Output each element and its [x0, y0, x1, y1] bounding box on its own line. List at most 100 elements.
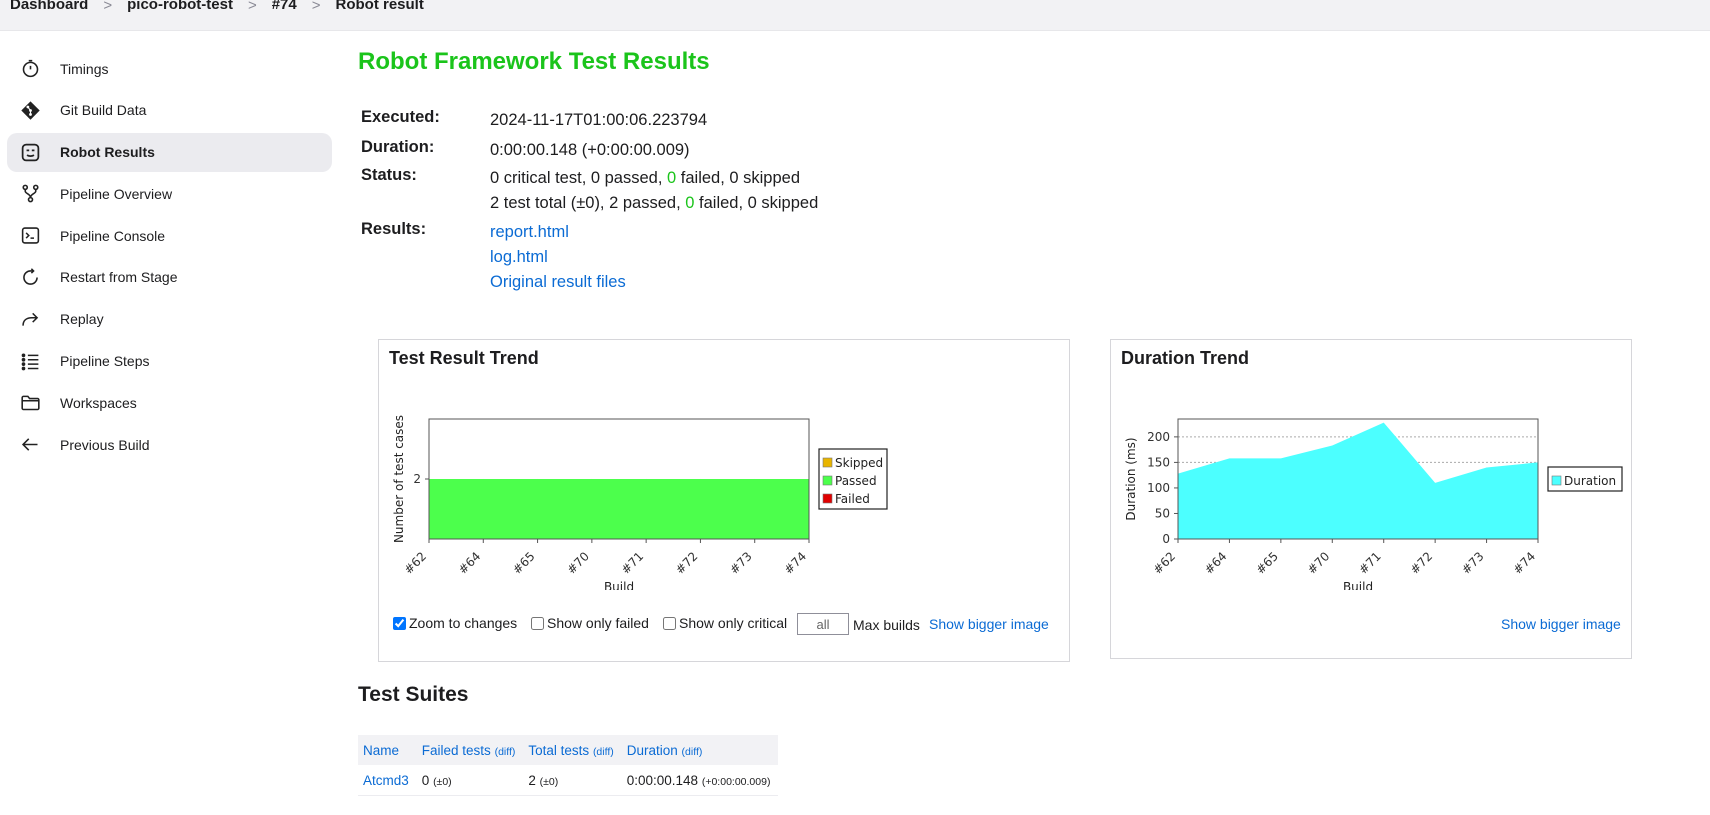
x-tick-label: #70 — [564, 549, 592, 577]
show-only-critical-checkbox[interactable] — [663, 616, 676, 630]
executed-value: 2024-11-17T01:00:06.223794 — [490, 111, 708, 129]
suite-duration-cell: 0:00:00.148 (+0:00:00.009) — [621, 765, 779, 796]
y-tick-label: 100 — [1147, 481, 1170, 495]
breadcrumb-build[interactable]: #74 — [272, 0, 297, 12]
x-tick-label: #64 — [456, 549, 484, 577]
status-critical: 0 critical test, 0 passed, 0 failed, 0 s… — [490, 169, 801, 187]
legend-swatch-duration — [1551, 475, 1562, 486]
sidebar-item-previous-build[interactable]: Previous Build — [7, 425, 332, 464]
x-axis-label: Build — [1343, 580, 1373, 590]
sidebar-item-restart-from-stage[interactable]: Restart from Stage — [7, 258, 332, 297]
max-builds-input[interactable] — [797, 613, 849, 635]
show-only-critical-option[interactable]: Show only critical — [663, 615, 787, 631]
x-tick-label: #73 — [1459, 549, 1487, 577]
x-tick-label: #72 — [1407, 549, 1435, 577]
sidebar-item-label: Robot Results — [60, 144, 155, 161]
table-row: Atcmd3 0 (±0) 2 (±0) 0:00:00.148 (+0:00:… — [358, 765, 779, 796]
suite-link[interactable]: Atcmd3 — [363, 773, 409, 788]
robot-icon — [19, 141, 41, 163]
legend-label-failed: Failed — [835, 492, 870, 506]
breadcrumb-dashboard[interactable]: Dashboard — [10, 0, 88, 12]
x-tick-label: #70 — [1305, 549, 1333, 577]
sidebar-item-label: Pipeline Console — [60, 227, 166, 244]
git-icon — [19, 99, 41, 121]
legend-swatch-failed — [822, 493, 833, 504]
sidebar-item-robot-results[interactable]: Robot Results — [7, 132, 332, 172]
original-result-files-link[interactable]: Original result files — [490, 273, 626, 291]
test-suites-table: Name Failed tests (diff) Total tests (di… — [358, 735, 779, 796]
column-header-failed[interactable]: Failed tests (diff) — [416, 735, 524, 765]
timer-icon — [19, 58, 41, 80]
sidebar-item-label: Git Build Data — [60, 102, 147, 119]
x-tick-label: #65 — [510, 549, 538, 577]
breadcrumb-separator: > — [311, 0, 321, 14]
duration-label: Duration: — [361, 138, 435, 156]
sidebar-item-pipeline-console[interactable]: Pipeline Console — [7, 216, 332, 255]
y-tick-label: 200 — [1147, 430, 1170, 444]
show-only-critical-label: Show only critical — [679, 615, 788, 631]
x-tick-label: #71 — [618, 549, 646, 577]
sidebar-item-pipeline-overview[interactable]: Pipeline Overview — [7, 174, 332, 213]
legend-label-passed: Passed — [835, 474, 877, 488]
column-header-duration[interactable]: Duration (diff) — [621, 735, 779, 765]
x-tick-label: #65 — [1253, 549, 1281, 577]
sidebar-item-label: Replay — [60, 311, 104, 328]
arrow-left-icon — [19, 434, 41, 456]
breadcrumb-separator: > — [247, 0, 257, 14]
legend-label-duration: Duration — [1564, 474, 1616, 488]
x-tick-label: #62 — [401, 549, 429, 577]
log-link[interactable]: log.html — [490, 248, 548, 266]
build-info: Executed: 2024-11-17T01:00:06.223794 Dur… — [361, 108, 818, 295]
legend-label-skipped: Skipped — [835, 456, 883, 470]
sidebar-item-replay[interactable]: Replay — [7, 300, 332, 339]
terminal-icon — [19, 225, 41, 247]
branch-icon — [19, 183, 41, 205]
column-header-name[interactable]: Name — [358, 735, 417, 765]
test-result-trend-panel: Test Result Trend 2 #62 #64 #65 #70 #71 #72 #73… — [378, 339, 1070, 662]
x-tick-label: #74 — [781, 549, 809, 577]
status-total: 2 test total (±0), 2 passed, 0 failed, 0… — [490, 194, 819, 212]
sidebar-item-workspaces[interactable]: Workspaces — [7, 383, 332, 422]
y-tick-label: 50 — [1155, 506, 1170, 520]
steps-icon — [19, 350, 41, 372]
suite-total-cell: 2 (±0) — [523, 765, 622, 796]
y-axis-label: Duration (ms) — [1124, 437, 1138, 520]
x-tick-label: #72 — [673, 549, 701, 577]
failed-count: 0 — [667, 169, 677, 187]
sidebar-item-timings[interactable]: Timings — [7, 49, 332, 88]
x-tick-label: #71 — [1356, 549, 1384, 577]
column-header-total[interactable]: Total tests (diff) — [523, 735, 622, 765]
zoom-to-changes-option[interactable]: Zoom to changes — [393, 615, 517, 631]
breadcrumb: Dashboard > pico-robot-test > #74 > Robo… — [0, 0, 1710, 31]
y-axis-label: Number of test cases — [392, 415, 406, 543]
show-bigger-image-link[interactable]: Show bigger image — [1501, 616, 1621, 632]
duration-value: 0:00:00.148 (+0:00:00.009) — [490, 141, 690, 159]
show-bigger-image-link[interactable]: Show bigger image — [929, 616, 1049, 632]
sidebar-item-pipeline-steps[interactable]: Pipeline Steps — [7, 342, 332, 381]
y-tick-label: 0 — [1162, 532, 1170, 546]
breadcrumb-job[interactable]: pico-robot-test — [127, 0, 233, 12]
suite-failed-cell: 0 (±0) — [416, 765, 524, 796]
sidebar-item-label: Pipeline Steps — [60, 353, 150, 370]
zoom-to-changes-label: Zoom to changes — [409, 615, 518, 631]
zoom-to-changes-checkbox[interactable] — [393, 616, 406, 630]
x-tick-label: #64 — [1202, 549, 1230, 577]
folder-icon — [19, 392, 41, 414]
breadcrumb-separator: > — [103, 0, 113, 14]
show-only-failed-checkbox[interactable] — [531, 616, 544, 630]
x-tick-label: #73 — [727, 549, 755, 577]
y-tick-label: 2 — [413, 472, 421, 486]
legend-swatch-passed — [822, 475, 833, 486]
show-only-failed-option[interactable]: Show only failed — [531, 615, 649, 631]
status-label: Status: — [361, 166, 417, 184]
test-result-trend-chart: 2 #62 #64 #65 #70 #71 #72 #73 #74 Build Number of … — [392, 415, 888, 590]
duration-trend-panel: Duration Trend 0 50 100 150 200 #62 #64 #65 #70 #… — [1110, 339, 1632, 659]
report-link[interactable]: report.html — [490, 223, 569, 241]
breadcrumb-current[interactable]: Robot result — [336, 0, 424, 12]
series-area-passed — [429, 479, 809, 539]
sidebar-item-label: Pipeline Overview — [60, 185, 173, 202]
sidebar-item-label: Workspaces — [60, 394, 137, 411]
y-tick-label: 150 — [1147, 455, 1170, 469]
max-builds-label: Max builds — [853, 617, 920, 633]
sidebar-item-git-build-data[interactable]: Git Build Data — [7, 91, 332, 130]
